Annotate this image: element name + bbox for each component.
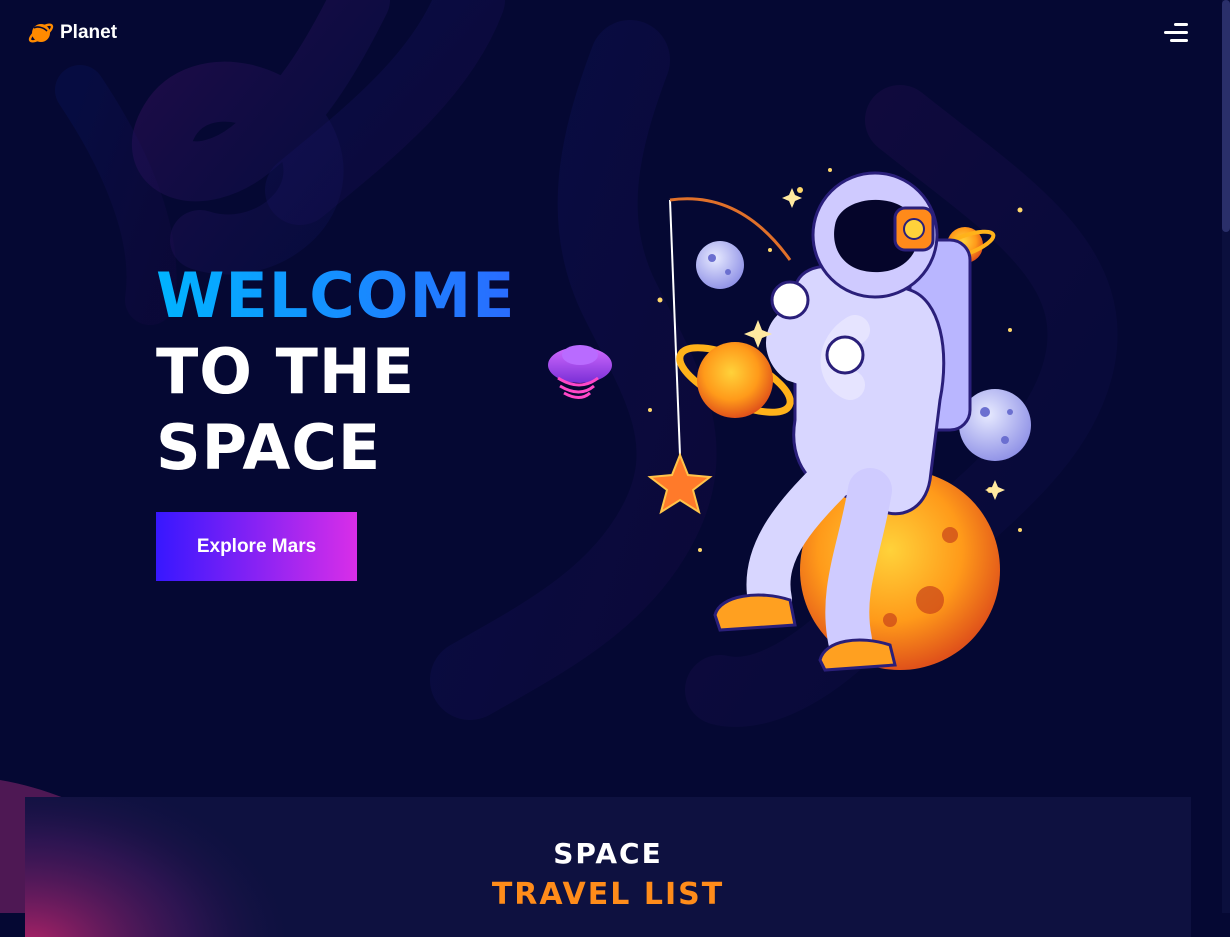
hero-line-welcome: WELCOME: [156, 259, 516, 332]
section-title-travel-list: TRAVEL LIST: [491, 877, 725, 912]
ufo-icon: [548, 345, 612, 399]
brand-logo[interactable]: Planet: [28, 20, 117, 46]
scrollbar-track[interactable]: [1222, 0, 1230, 913]
astronaut-illustration: [548, 168, 1031, 672]
hero-line-to-the: TO THE: [156, 335, 416, 408]
section-title-space: SPACE: [553, 837, 663, 870]
explore-mars-button[interactable]: Explore Mars: [156, 512, 357, 581]
brand-name: Planet: [60, 22, 118, 43]
travel-list-section: SPACE TRAVEL LIST: [25, 797, 1191, 937]
hero-title: WELCOME TO THE SPACE: [156, 258, 516, 486]
planet-icon: [28, 23, 54, 43]
scrollbar-thumb[interactable]: [1222, 0, 1230, 232]
hamburger-menu-icon[interactable]: [1162, 20, 1190, 46]
hero-line-space: SPACE: [156, 411, 382, 484]
